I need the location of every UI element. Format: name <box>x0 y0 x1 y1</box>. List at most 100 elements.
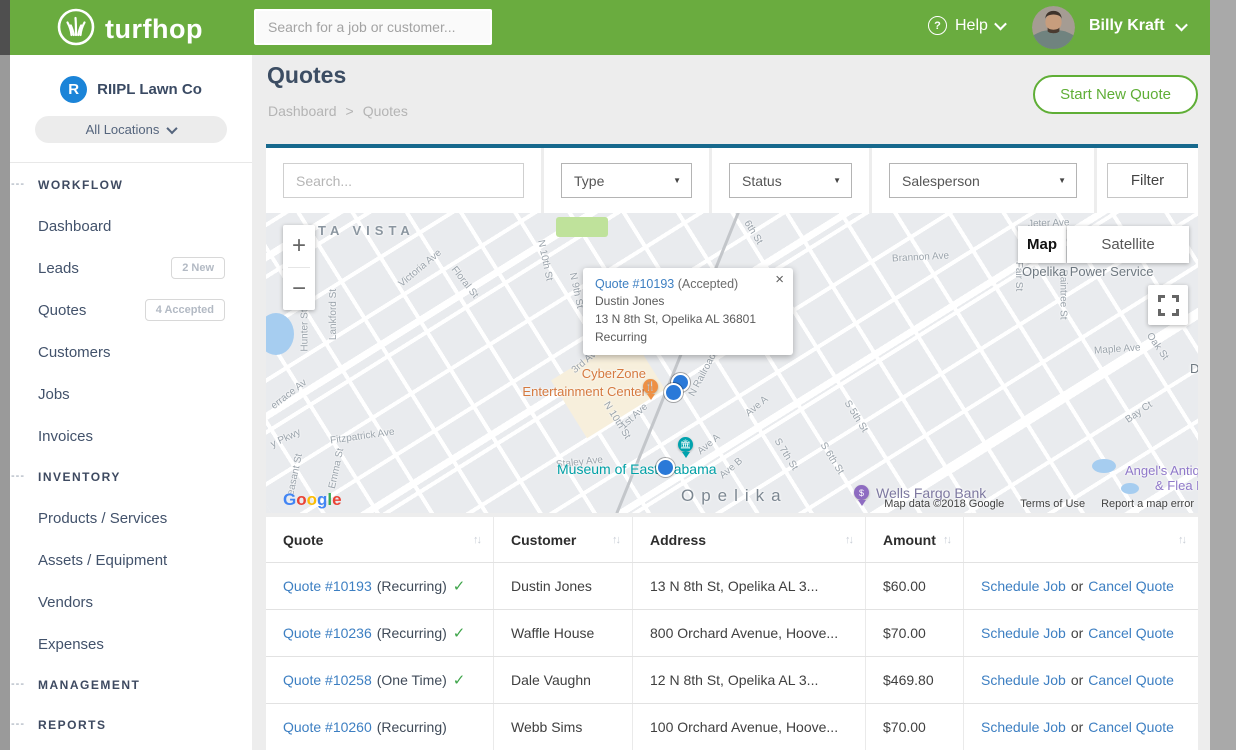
museum-icon: 🏛 <box>678 437 693 452</box>
actions-cell: Schedule Job or Cancel Quote <box>963 610 1198 656</box>
sidebar-item-jobs[interactable]: Jobs <box>10 373 252 415</box>
sidebar-item-label: Invoices <box>38 428 93 445</box>
address-cell: 12 N 8th St, Opelika AL 3... <box>632 657 865 703</box>
terms-of-use-link[interactable]: Terms of Use <box>1020 498 1085 510</box>
start-new-quote-button[interactable]: Start New Quote <box>1033 75 1198 114</box>
city-label: Opelika <box>681 486 788 506</box>
app-screen: turfhop ? Help Billy Kraft <box>0 0 1236 750</box>
infowindow-quote-link[interactable]: Quote #10193 <box>595 277 674 291</box>
museum-marker[interactable]: 🏛 <box>678 437 693 452</box>
nav-section-management[interactable]: --- MANAGEMENT <box>10 665 252 705</box>
column-header-amount[interactable]: Amount ↑↓ <box>865 517 963 562</box>
street-label: Hunter St <box>300 309 311 351</box>
or-text: or <box>1071 719 1083 735</box>
section-dash-icon: --- <box>11 470 25 482</box>
address-cell: 13 N 8th St, Opelika AL 3... <box>632 563 865 609</box>
window-scrollbar-area[interactable] <box>1210 0 1236 750</box>
accepted-check-icon: ✓ <box>453 577 466 595</box>
zoom-in-button[interactable]: + <box>283 225 315 267</box>
filter-type-section: Type ▼ <box>544 148 709 213</box>
sidebar-item-dashboard[interactable]: Dashboard <box>10 205 252 247</box>
report-map-error-link[interactable]: Report a map error <box>1101 498 1194 510</box>
sidebar-item-products-services[interactable]: Products / Services <box>10 497 252 539</box>
sidebar-item-label: Vendors <box>38 594 93 611</box>
nav-section-reports[interactable]: --- REPORTS <box>10 705 252 745</box>
sidebar-item-quotes[interactable]: Quotes 4 Accepted <box>10 289 252 331</box>
zoom-out-button[interactable]: − <box>283 268 315 310</box>
dollar-icon: $ <box>854 485 869 500</box>
global-search-input[interactable] <box>254 9 492 45</box>
sidebar-item-assets-equipment[interactable]: Assets / Equipment <box>10 539 252 581</box>
location-selector[interactable]: All Locations <box>35 116 227 143</box>
quote-link[interactable]: Quote #10236 <box>283 625 372 641</box>
poi-label-line: Entertainment Center <box>506 383 646 401</box>
status-dropdown[interactable]: Status ▼ <box>729 163 852 198</box>
quote-marker[interactable] <box>656 458 675 477</box>
app-window: turfhop ? Help Billy Kraft <box>10 0 1210 750</box>
sidebar-item-label: Products / Services <box>38 510 167 527</box>
fullscreen-button[interactable] <box>1148 285 1188 325</box>
quote-link[interactable]: Quote #10258 <box>283 672 372 688</box>
quote-link[interactable]: Quote #10193 <box>283 578 372 594</box>
sidebar-item-vendors[interactable]: Vendors <box>10 581 252 623</box>
sidebar-item-label: Leads <box>38 260 79 277</box>
bank-marker[interactable]: $ <box>854 485 869 500</box>
schedule-job-link[interactable]: Schedule Job <box>981 625 1066 641</box>
schedule-job-link[interactable]: Schedule Job <box>981 578 1066 594</box>
infowindow-customer: Dustin Jones <box>595 293 781 309</box>
brand-logo[interactable]: turfhop <box>56 7 203 52</box>
quote-link[interactable]: Quote #10260 <box>283 719 372 735</box>
user-menu[interactable]: Billy Kraft <box>1089 17 1186 35</box>
column-header-quote[interactable]: Quote ↑↓ <box>266 517 493 562</box>
sidebar-item-leads[interactable]: Leads 2 New <box>10 247 252 289</box>
dropdown-arrow-icon: ▼ <box>833 176 841 185</box>
column-header-actions[interactable]: ↑↓ <box>963 517 1198 562</box>
infowindow-status: (Accepted) <box>678 277 738 291</box>
map-type-button[interactable]: Map <box>1018 226 1066 263</box>
table-row: Quote #10258 (One Time) ✓ Dale Vaughn 12… <box>266 657 1198 704</box>
dropdown-arrow-icon: ▼ <box>673 176 681 185</box>
filter-button[interactable]: Filter <box>1107 163 1188 198</box>
section-label: WORKFLOW <box>38 178 123 192</box>
breadcrumb-dashboard[interactable]: Dashboard <box>268 103 337 119</box>
satellite-type-button[interactable]: Satellite <box>1067 226 1189 263</box>
quotes-search-input[interactable] <box>283 163 524 198</box>
cancel-quote-link[interactable]: Cancel Quote <box>1088 625 1174 641</box>
page-title: Quotes <box>267 62 346 89</box>
quote-type: (Recurring) <box>377 578 447 594</box>
google-logo[interactable]: Google <box>283 490 342 510</box>
fullscreen-icon <box>1158 295 1179 316</box>
map-canvas[interactable]: N 10th St N 9th St Victoria Ave Floral S… <box>266 213 1198 513</box>
cancel-quote-link[interactable]: Cancel Quote <box>1088 578 1174 594</box>
sort-icon[interactable]: ↑↓ <box>473 534 480 546</box>
sidebar-item-customers[interactable]: Customers <box>10 331 252 373</box>
quote-marker-selected[interactable] <box>664 383 683 402</box>
salesperson-dropdown[interactable]: Salesperson ▼ <box>889 163 1077 198</box>
sidebar-item-expenses[interactable]: Expenses <box>10 623 252 665</box>
column-header-customer[interactable]: Customer ↑↓ <box>493 517 632 562</box>
sort-icon[interactable]: ↑↓ <box>612 534 619 546</box>
filter-button-section: Filter <box>1097 148 1198 213</box>
schedule-job-link[interactable]: Schedule Job <box>981 672 1066 688</box>
cancel-quote-link[interactable]: Cancel Quote <box>1088 672 1174 688</box>
sidebar-item-invoices[interactable]: Invoices <box>10 415 252 457</box>
poi-label-partial: D <box>1190 361 1198 376</box>
infowindow-close-icon[interactable]: × <box>775 273 784 287</box>
column-header-address[interactable]: Address ↑↓ <box>632 517 865 562</box>
marker-tail <box>647 394 655 400</box>
chevron-down-icon <box>1175 18 1188 31</box>
sort-icon[interactable]: ↑↓ <box>845 534 852 546</box>
breadcrumb: Dashboard > Quotes <box>268 103 408 119</box>
user-avatar[interactable] <box>1032 6 1075 49</box>
schedule-job-link[interactable]: Schedule Job <box>981 719 1066 735</box>
sort-icon[interactable]: ↑↓ <box>1178 534 1185 546</box>
customer-cell: Webb Sims <box>493 704 632 750</box>
sort-icon[interactable]: ↑↓ <box>943 534 950 546</box>
quotes-badge: 4 Accepted <box>145 299 225 321</box>
restaurant-marker[interactable]: 🍴 <box>643 379 658 394</box>
type-dropdown[interactable]: Type ▼ <box>561 163 692 198</box>
or-text: or <box>1071 625 1083 641</box>
address-cell: 100 Orchard Avenue, Hoove... <box>632 704 865 750</box>
help-menu[interactable]: ? Help <box>928 16 1005 35</box>
cancel-quote-link[interactable]: Cancel Quote <box>1088 719 1174 735</box>
